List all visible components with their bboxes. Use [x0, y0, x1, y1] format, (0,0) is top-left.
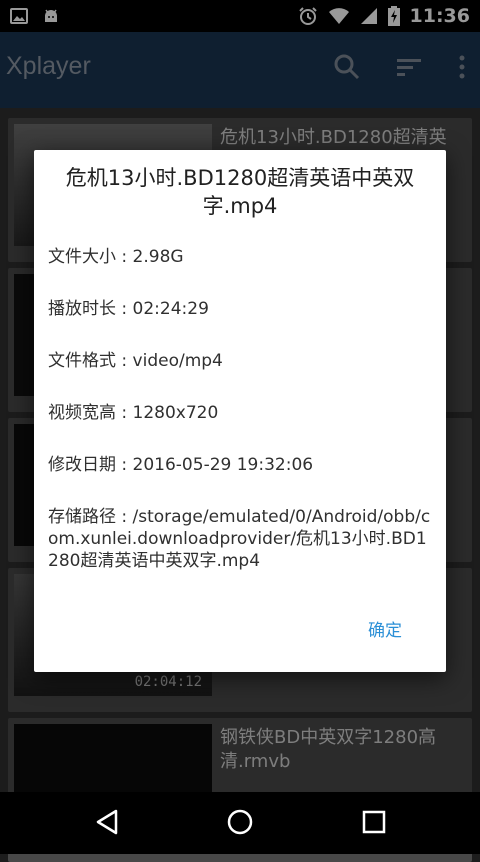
storage-path-row: 存储路径 : /storage/emulated/0/Android/obb/c… — [48, 507, 431, 571]
file-size-row: 文件大小 : 2.98G — [48, 247, 184, 267]
navigation-bar — [0, 792, 480, 854]
file-format-row: 文件格式 : video/mp4 — [48, 351, 223, 371]
duration-row: 播放时长 : 02:24:29 — [48, 299, 209, 319]
recents-icon[interactable] — [362, 810, 386, 834]
ok-button[interactable]: 确定 — [368, 616, 402, 641]
resolution-row: 视频宽高 : 1280x720 — [48, 403, 219, 423]
video-details-dialog: 危机13小时.BD1280超清英语中英双字.mp4 文件大小 : 2.98G 播… — [34, 150, 446, 672]
modified-date-row: 修改日期 : 2016-05-29 19:32:06 — [48, 455, 314, 475]
back-icon[interactable] — [95, 808, 119, 836]
home-icon[interactable] — [227, 809, 253, 835]
dialog-title: 危机13小时.BD1280超清英语中英双字.mp4 — [65, 166, 415, 218]
